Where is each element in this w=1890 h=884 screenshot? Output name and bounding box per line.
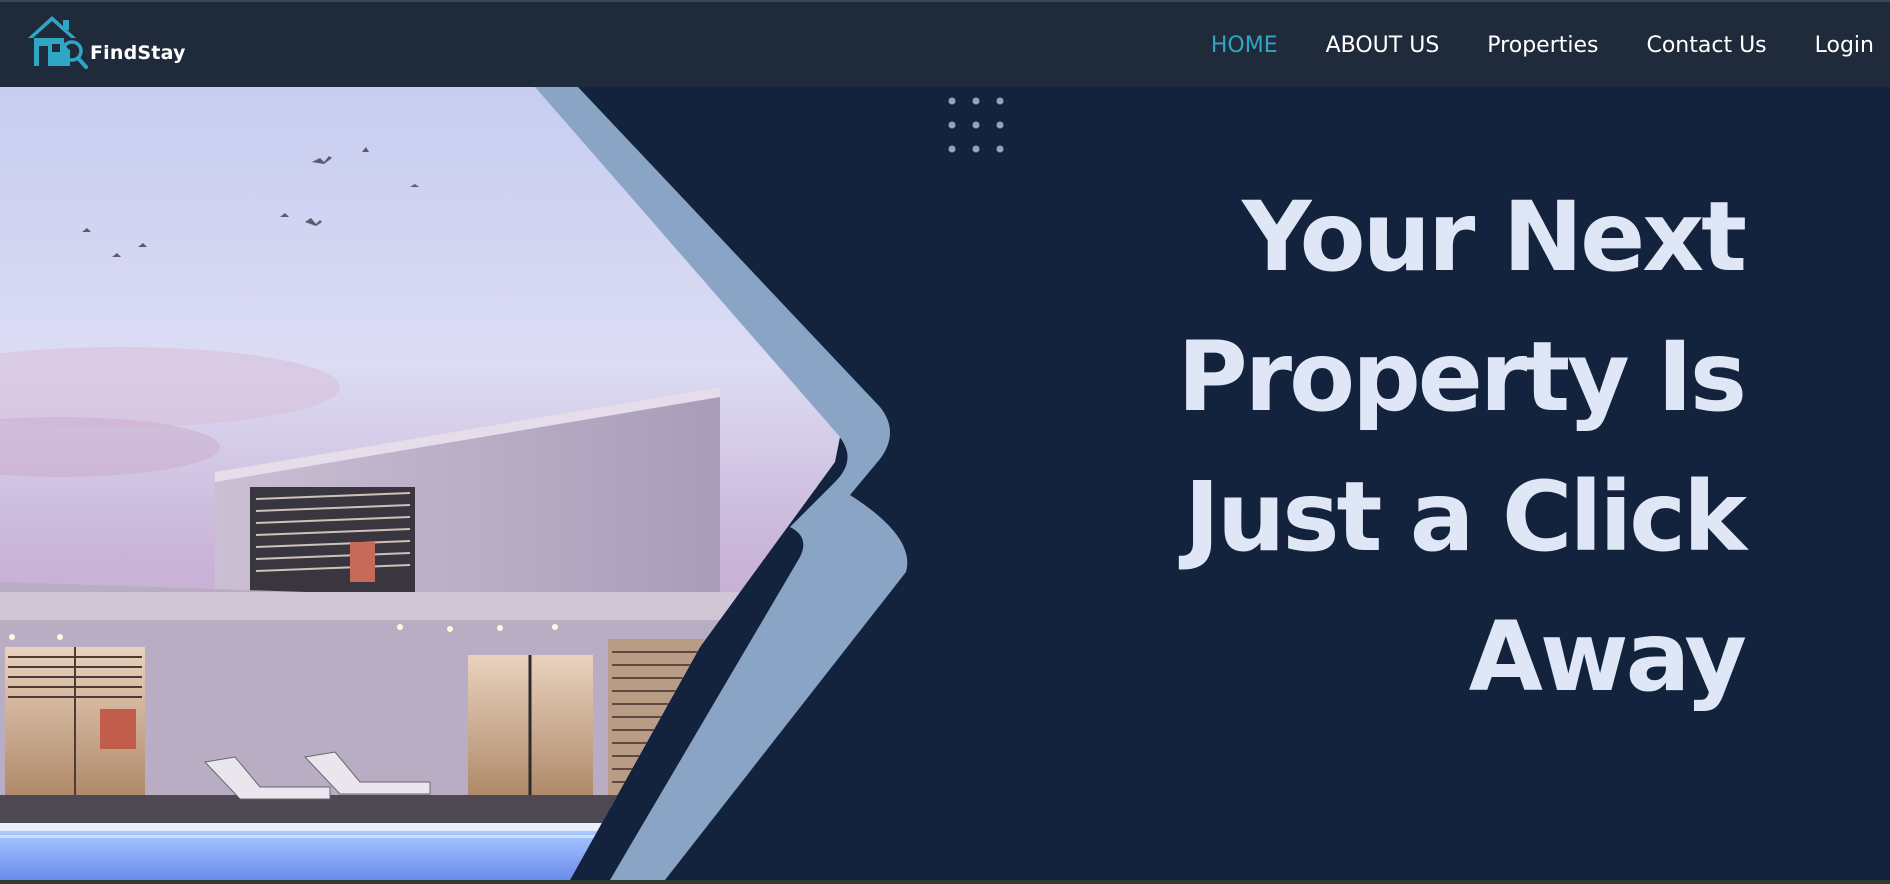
nav-item-about-us[interactable]: ABOUT US	[1326, 33, 1440, 58]
headline-line: Away	[1468, 601, 1747, 713]
headline-line: Your Next	[1241, 181, 1747, 293]
page: FindStay HOME ABOUT US Properties Contac…	[0, 0, 1890, 884]
bottom-strip	[0, 880, 1890, 884]
brand[interactable]: FindStay	[26, 14, 186, 70]
headline-line: Just a Click	[1184, 461, 1747, 573]
brand-name: FindStay	[90, 42, 186, 64]
house-search-icon	[28, 16, 88, 69]
nav-links: HOME ABOUT US Properties Contact Us Logi…	[1163, 2, 1874, 89]
nav-item-properties[interactable]: Properties	[1487, 33, 1598, 58]
hero-section: Your Next Property Is Just a Click Away	[0, 87, 1890, 880]
navbar: FindStay HOME ABOUT US Properties Contac…	[0, 0, 1890, 87]
hero-headline: Your Next Property Is Just a Click Away	[984, 167, 1747, 727]
headline-line: Property Is	[1177, 321, 1747, 433]
nav-item-contact-us[interactable]: Contact Us	[1646, 33, 1766, 58]
nav-item-login[interactable]: Login	[1815, 33, 1874, 58]
dot-grid-decoration	[948, 97, 1004, 153]
nav-item-home[interactable]: HOME	[1211, 33, 1278, 58]
hero-image	[0, 87, 908, 880]
